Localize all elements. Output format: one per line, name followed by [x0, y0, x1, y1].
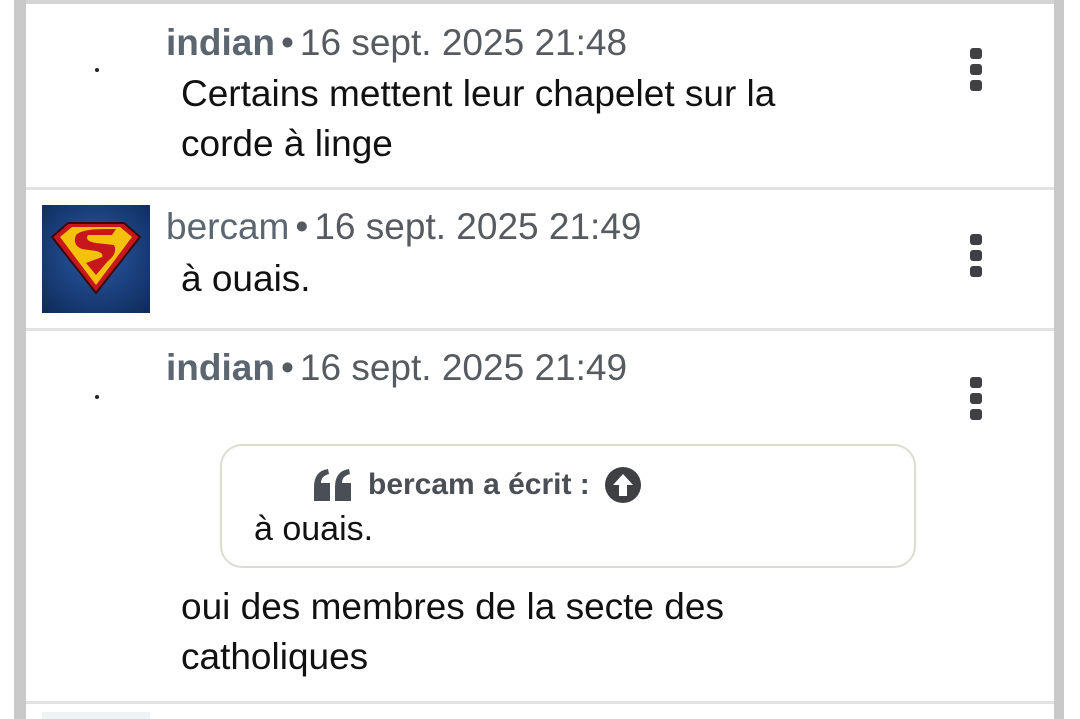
left-rail: [14, 0, 26, 719]
quote-header: bercam a écrit :: [312, 466, 642, 504]
comment-line: catholiques: [181, 636, 369, 677]
post-date: 16 sept. 2025 21:49: [299, 347, 628, 388]
comment-line: Certains mettent leur chapelet sur la: [181, 73, 776, 114]
kebab-menu-icon[interactable]: [970, 234, 982, 278]
comment-post: indian • 16 sept. 2025 21:48 Certains mett…: [26, 4, 1054, 190]
comment-post: bercam • 16 sept. 2025 21:49 à ouais.: [26, 190, 1054, 331]
quote-author: bercam a écrit :: [368, 468, 590, 501]
post-meta: indian • 16 sept. 2025 21:49: [166, 347, 627, 389]
kebab-menu-icon[interactable]: [970, 48, 982, 92]
meta-separator: •: [280, 22, 294, 63]
post-meta: bercam • 16 sept. 2025 21:49: [166, 206, 641, 248]
avatar[interactable]: [95, 395, 99, 399]
meta-separator: •: [280, 347, 294, 388]
kebab-menu-icon[interactable]: [970, 377, 982, 421]
avatar[interactable]: [95, 68, 99, 72]
comment-post: indian • 16 sept. 2025 21:49 bercam a écri…: [26, 331, 1054, 704]
quote-marks-icon: [314, 469, 351, 501]
next-avatar: [42, 712, 150, 719]
next-post-stub: [26, 704, 1054, 719]
comment-body: Certains mettent leur chapelet sur la co…: [181, 69, 775, 169]
quote-block: bercam a écrit : à ouais.: [220, 444, 916, 568]
author-name[interactable]: bercam: [166, 206, 289, 247]
avatar[interactable]: [42, 205, 150, 313]
post-meta: indian • 16 sept. 2025 21:48: [166, 22, 627, 64]
comment-line: à ouais.: [181, 258, 311, 299]
comment-thread: indian • 16 sept. 2025 21:48 Certains mett…: [0, 0, 1080, 719]
author-name[interactable]: indian: [166, 347, 275, 388]
comment-body: oui des membres de la secte des catholiq…: [181, 582, 724, 682]
right-rail: [1054, 0, 1064, 719]
comment-line: oui des membres de la secte des: [181, 586, 724, 627]
superman-logo-icon: [50, 222, 142, 295]
author-name[interactable]: indian: [166, 22, 275, 63]
post-date: 16 sept. 2025 21:49: [314, 206, 642, 247]
arrow-up-circle-icon[interactable]: [604, 466, 642, 504]
comment-body: à ouais.: [181, 254, 311, 304]
quote-text: à ouais.: [254, 510, 374, 548]
comment-line: corde à linge: [181, 123, 393, 164]
meta-separator: •: [295, 206, 309, 247]
post-date: 16 sept. 2025 21:48: [299, 22, 628, 63]
